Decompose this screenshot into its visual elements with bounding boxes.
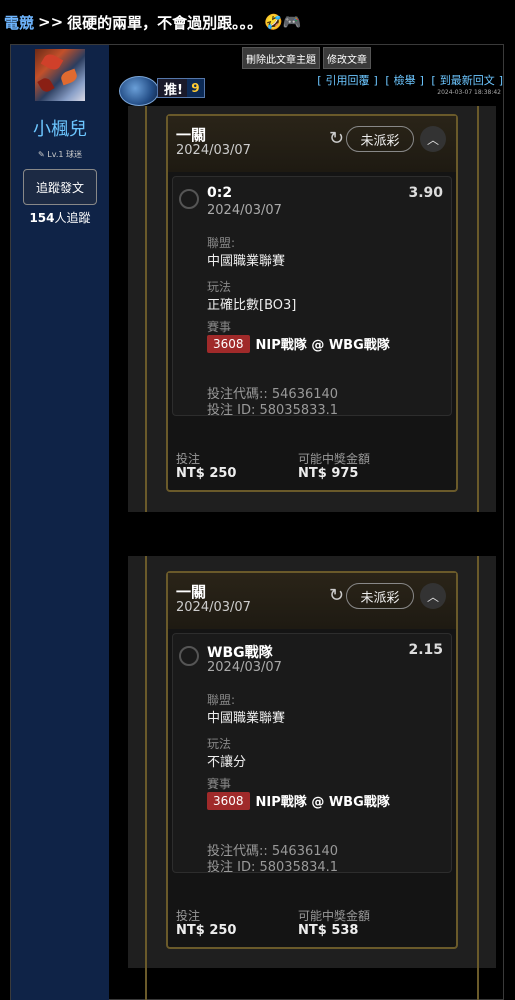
play-label: 玩法 xyxy=(207,737,232,751)
bet-odds: 2.15 xyxy=(408,642,443,658)
bet-pick: WBG戰隊 xyxy=(207,645,273,661)
play-value: 正確比數[BO3] xyxy=(207,298,297,313)
breadcrumb-category-link[interactable]: 電競 xyxy=(4,12,34,33)
event-name: NIP戰隊 @ WBG戰隊 xyxy=(255,338,390,353)
bet-pick: 0:2 xyxy=(207,185,233,201)
refresh-icon[interactable]: ↻ xyxy=(329,585,344,606)
event-name: NIP戰隊 @ WBG戰隊 xyxy=(255,795,390,810)
event-row: 3608 NIP戰隊 @ WBG戰隊 xyxy=(207,791,390,810)
post-links: [引用回覆] [檢舉] [到最新回文] xyxy=(317,74,503,87)
bet-card: 一關 2024/03/07 ↻ 未派彩 ︿ 0:2 3.90 2024/03/0… xyxy=(166,114,458,492)
event-id-badge: 3608 xyxy=(207,791,250,810)
league-label: 聯盟: xyxy=(207,693,236,707)
delete-topic-button[interactable]: 刪除此文章主題 xyxy=(242,47,320,69)
stake-value: NT$ 250 xyxy=(176,466,237,481)
edit-post-button[interactable]: 修改文章 xyxy=(323,47,371,69)
post-timestamp: 2024-03-07 18:38:42 xyxy=(437,89,501,96)
pick-date: 2024/03/07 xyxy=(207,203,282,218)
author-sidebar: 小楓兒 ✎ Lv.1 球迷 追蹤發文 154人追蹤 xyxy=(11,45,109,1000)
author-name[interactable]: 小楓兒 xyxy=(11,115,109,141)
pick-date: 2024/03/07 xyxy=(207,660,282,675)
play-value: 不讓分 xyxy=(207,755,247,770)
push-count: 9 xyxy=(186,79,204,97)
stake-label: 投注 xyxy=(176,909,201,923)
status-badge: 未派彩 xyxy=(346,126,414,152)
quote-reply-link[interactable]: 引用回覆 xyxy=(326,74,370,87)
mascot-icon xyxy=(119,76,159,106)
follow-button[interactable]: 追蹤發文 xyxy=(23,169,97,205)
refresh-icon[interactable]: ↻ xyxy=(329,128,344,149)
win-label: 可能中獎金額 xyxy=(298,452,371,466)
league-label: 聯盟: xyxy=(207,236,236,250)
win-value: NT$ 975 xyxy=(298,466,359,481)
event-row: 3608 NIP戰隊 @ WBG戰隊 xyxy=(207,334,390,353)
title-emoji: 🤣🎮 xyxy=(264,13,302,31)
card-title: 一關 xyxy=(176,126,207,144)
push-badge[interactable]: 推! 9 xyxy=(119,74,209,106)
bet-card: 一關 2024/03/07 ↻ 未派彩 ︿ WBG戰隊 2.15 2024/03… xyxy=(166,571,458,949)
card-date: 2024/03/07 xyxy=(176,143,251,158)
win-value: NT$ 538 xyxy=(298,923,359,938)
chevron-up-icon[interactable]: ︿ xyxy=(420,126,446,152)
bet-id: 投注 ID: 58035833.1 xyxy=(207,403,339,418)
latest-reply-link[interactable]: 到最新回文 xyxy=(440,74,495,87)
card-title: 一關 xyxy=(176,583,207,601)
bet-odds: 3.90 xyxy=(408,185,443,201)
push-label: 推! xyxy=(164,82,183,98)
breadcrumb-separator: >> xyxy=(38,13,64,31)
stake-label: 投注 xyxy=(176,452,201,466)
author-level: ✎ Lv.1 球迷 xyxy=(38,150,82,159)
status-badge: 未派彩 xyxy=(346,583,414,609)
followers-count: 154人追蹤 xyxy=(29,211,91,225)
event-id-badge: 3608 xyxy=(207,334,250,353)
page-title: 很硬的兩單，不會過別跟。。。 xyxy=(67,13,263,32)
play-label: 玩法 xyxy=(207,280,232,294)
chevron-up-icon[interactable]: ︿ xyxy=(420,583,446,609)
event-label: 賽事 xyxy=(207,777,232,791)
breadcrumb: 電競 >> 很硬的兩單，不會過別跟。。。 🤣🎮 xyxy=(0,0,515,44)
radio-button[interactable] xyxy=(179,189,199,209)
pencil-icon: ✎ xyxy=(38,150,48,159)
league-value: 中國職業聯賽 xyxy=(207,711,286,726)
report-link[interactable]: 檢舉 xyxy=(394,74,416,87)
stake-value: NT$ 250 xyxy=(176,923,237,938)
bet-id: 投注 ID: 58035834.1 xyxy=(207,860,339,875)
league-value: 中國職業聯賽 xyxy=(207,254,286,269)
avatar[interactable] xyxy=(35,49,85,101)
radio-button[interactable] xyxy=(179,646,199,666)
card-date: 2024/03/07 xyxy=(176,600,251,615)
event-label: 賽事 xyxy=(207,320,232,334)
win-label: 可能中獎金額 xyxy=(298,909,371,923)
